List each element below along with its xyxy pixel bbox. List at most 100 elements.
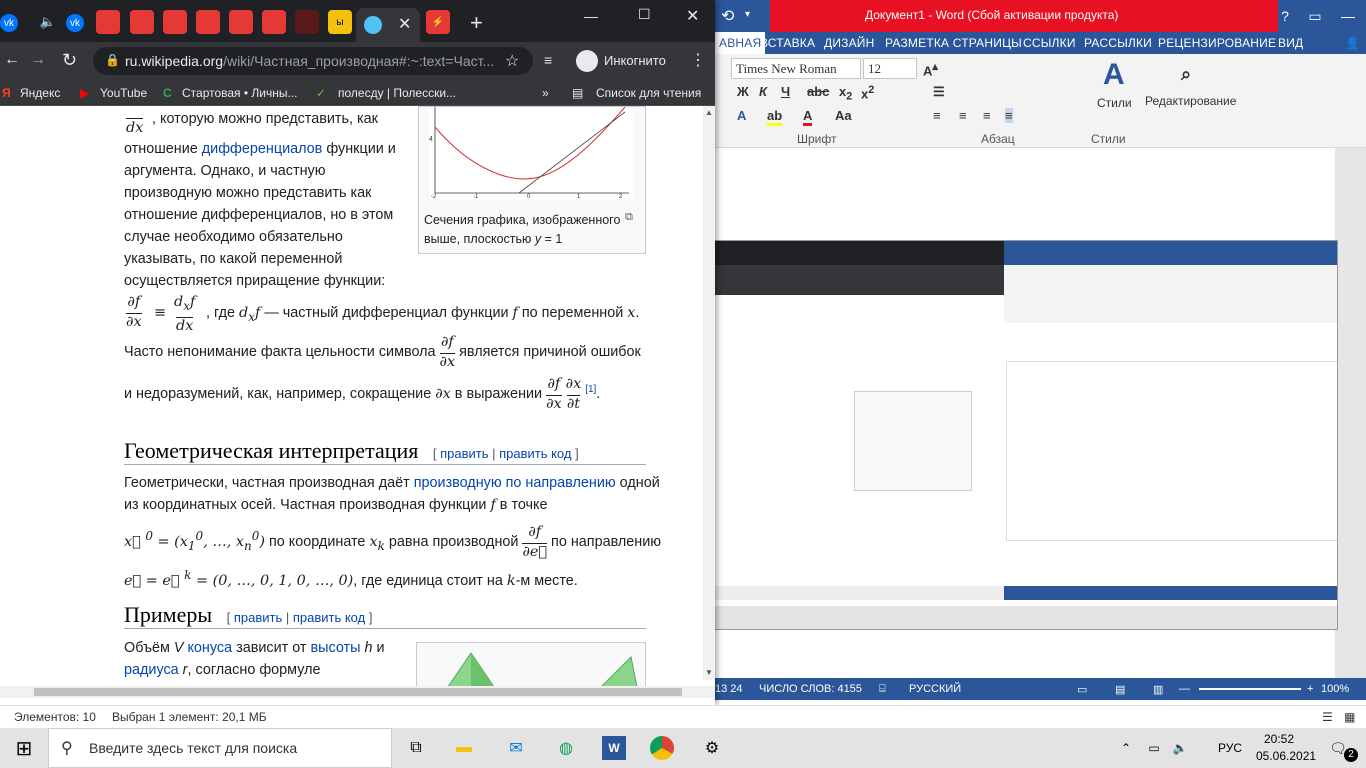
yandex-icon[interactable]: Я [2,86,11,100]
polesie-icon[interactable]: ✓ [316,86,326,100]
tab-red1-icon[interactable] [96,10,120,34]
tab-references[interactable]: ССЫЛКИ [1023,36,1076,50]
undo-icon[interactable]: ⟲ [721,6,734,26]
start-icon[interactable]: ⊞ [12,736,36,760]
close-window-icon[interactable]: ✕ [686,6,699,26]
edit-link[interactable]: править [440,446,488,461]
horizontal-scroll-thumb[interactable] [34,688,682,696]
bullets-icon[interactable]: ☰ [933,84,945,100]
subscript-button[interactable]: x2 [839,84,852,103]
zoom-in-icon[interactable]: + [1307,683,1313,695]
tab-red2-icon[interactable] [130,10,154,34]
tray-overflow-icon[interactable]: ⌃ [1114,736,1138,760]
lock-icon[interactable]: 🔒 [105,53,120,67]
text-effects-icon[interactable]: A [737,108,746,123]
tab-red5-icon[interactable] [229,10,253,34]
web-layout-icon[interactable]: ▥ [1153,683,1163,696]
close-tab-icon[interactable]: ✕ [398,14,411,34]
clock-time[interactable]: 20:52 [1264,732,1294,746]
link-directional-derivative[interactable]: производную по направлению [414,475,616,491]
dropdown-icon[interactable]: ▾ [745,9,750,20]
zoom-level[interactable]: 100% [1321,683,1349,695]
youtube-icon[interactable]: ▶ [80,86,89,100]
tab-red6-icon[interactable] [262,10,286,34]
link-differentials[interactable]: дифференциалов [202,141,323,157]
chrome-icon[interactable] [650,736,674,760]
tab-layout[interactable]: РАЗМЕТКА СТРАНИЦЫ [885,36,1022,50]
word-icon[interactable]: W [602,736,626,760]
tab-audio-icon[interactable]: 🔈 [36,10,60,34]
settings-icon[interactable]: ⚙ [700,736,724,760]
menu-icon[interactable]: ⋮ [690,50,706,70]
minimize-icon[interactable]: — [1330,0,1366,32]
back-icon[interactable]: ← [4,51,20,69]
ribbon-display-button[interactable]: ▭ [1300,0,1330,32]
edge-icon[interactable]: ◍ [554,736,578,760]
tab-red3-icon[interactable] [163,10,187,34]
tab-lightning-icon[interactable]: ⚡ [426,10,450,34]
edit-link[interactable]: править [234,610,282,625]
print-layout-icon[interactable]: ▤ [1115,683,1125,696]
network-icon[interactable]: ▭ [1142,736,1166,760]
input-language[interactable]: РУС [1218,741,1242,755]
incognito-label[interactable]: Инкогнито [604,53,666,68]
italic-button[interactable]: К [759,84,767,99]
tab-insert[interactable]: ВСТАВКА [760,36,815,50]
highlight-icon[interactable]: ab [767,108,783,126]
read-mode-icon[interactable]: ▭ [1077,683,1087,696]
zoom-slider[interactable] [1199,688,1301,690]
font-color-icon[interactable]: A [803,108,813,126]
forward-icon[interactable]: → [30,51,46,69]
link-radius[interactable]: радиуса [124,662,179,678]
help-button[interactable]: ? [1270,0,1300,32]
tiles-view-icon[interactable]: ▦ [1344,710,1355,724]
bookmark-yandex[interactable]: Яндекс [20,86,60,100]
strikethrough-button[interactable]: abc [807,84,829,99]
incognito-icon[interactable] [576,50,598,72]
new-tab-button[interactable]: + [470,10,483,36]
file-explorer-icon[interactable]: ▬ [452,736,476,760]
underline-button[interactable]: Ч [781,84,790,99]
taskbar-search[interactable]: ⚲ Введите здесь текст для поиска [48,728,392,768]
mail-icon[interactable]: ✉ [504,736,528,760]
maximize-icon[interactable]: ☐ [638,6,651,23]
edit-code-link[interactable]: править код [499,446,571,461]
bookmark-youtube[interactable]: YouTube [100,86,147,100]
change-case-icon[interactable]: Aa [835,108,852,123]
reading-list[interactable]: Список для чтения [596,86,701,100]
tab-design[interactable]: ДИЗАЙН [824,36,875,50]
zoom-out-icon[interactable]: — [1179,683,1190,695]
edit-code-link[interactable]: править код [293,610,365,625]
tab-vk2-icon[interactable]: vk [66,14,84,32]
link-height[interactable]: высоты [311,640,361,656]
superscript-button[interactable]: x2 [861,84,874,101]
align-left-icon[interactable]: ≡ [933,108,941,123]
tab-review[interactable]: РЕЦЕНЗИРОВАНИЕ [1158,36,1276,50]
task-view-icon[interactable]: ⧉ [404,736,428,760]
reload-icon[interactable]: ↻ [62,50,77,71]
bookmark-polesie[interactable]: полесду | Полесски... [338,86,456,100]
active-tab[interactable]: ✕ [356,8,420,42]
status-language[interactable]: РУССКИЙ [909,683,961,695]
proofing-icon[interactable]: ⌸ [879,683,886,696]
reading-list-icon[interactable]: ▤ [572,86,583,100]
styles-icon[interactable]: A [1103,58,1125,92]
editing-label[interactable]: Редактирование [1145,94,1236,108]
bold-button[interactable]: Ж [737,84,749,99]
details-view-icon[interactable]: ☰ [1322,710,1333,724]
vertical-scrollbar[interactable]: ▲ ▼ [703,106,715,680]
scroll-up-icon[interactable]: ▲ [705,108,713,117]
styles-label[interactable]: Стили [1097,96,1132,110]
enlarge-icon[interactable]: ⧉ [625,211,633,224]
tab-view[interactable]: ВИД [1278,36,1303,50]
tab-dark-icon[interactable] [295,10,319,34]
bookmark-star-icon[interactable]: ☆ [505,51,519,71]
reference-1[interactable]: [1] [585,384,596,395]
tab-mailings[interactable]: РАССЫЛКИ [1084,36,1152,50]
tab-yellow-icon[interactable]: ы [328,10,352,34]
minimize-icon[interactable]: — [584,8,598,24]
font-size-box[interactable]: 12 [863,58,917,79]
editing-icon[interactable]: ⌕ [1181,64,1191,85]
scroll-down-icon[interactable]: ▼ [705,668,713,677]
tab-red4-icon[interactable] [196,10,220,34]
